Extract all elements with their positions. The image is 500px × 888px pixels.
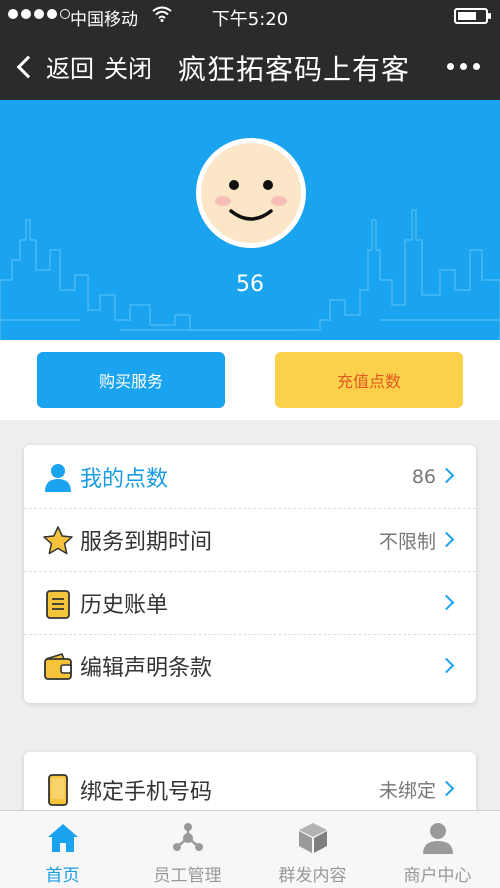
user-icon — [45, 464, 71, 492]
page-title: 疯狂拓客码上有客 — [178, 53, 411, 86]
menu-item-my-points[interactable]: 我的点数 86 — [24, 445, 476, 508]
chevron-right-icon — [438, 594, 455, 611]
person-icon — [422, 823, 453, 854]
notepad-icon — [46, 590, 70, 619]
back-button[interactable]: 返回 — [14, 49, 94, 84]
profile-header: 56 — [0, 100, 500, 340]
more-options-icon[interactable] — [447, 63, 480, 70]
action-buttons: 购买服务 充值点数 — [0, 340, 500, 420]
menu-item-service-expiry[interactable]: 服务到期时间 不限制 — [24, 508, 476, 571]
close-button[interactable]: 关闭 — [104, 49, 152, 84]
smiley-face-icon — [201, 143, 301, 243]
chevron-right-icon — [438, 657, 455, 674]
tab-staff-management[interactable]: 员工管理 — [125, 811, 250, 888]
menu-item-value: 未绑定 — [378, 780, 436, 802]
chevron-right-icon — [438, 467, 455, 484]
tab-home[interactable]: 首页 — [0, 811, 125, 888]
menu-item-value: 86 — [411, 465, 436, 488]
wallet-icon — [44, 653, 72, 680]
avatar[interactable] — [196, 138, 306, 248]
share-nodes-icon — [172, 823, 203, 851]
menu-item-label: 历史账单 — [80, 593, 169, 618]
home-icon — [47, 824, 78, 852]
menu-item-label: 绑定手机号码 — [80, 779, 213, 805]
menu-item-edit-terms[interactable]: 编辑声明条款 — [24, 634, 476, 697]
battery-icon — [454, 8, 491, 24]
buy-service-button[interactable]: 购买服务 — [37, 352, 225, 408]
tab-label: 商户中心 — [403, 866, 472, 886]
bottom-tab-bar: 首页 员工管理 群发内容 商户中心 — [0, 810, 500, 888]
account-menu-card: 我的点数 86 服务到期时间 不限制 历史账单 编辑声明条款 — [24, 445, 476, 703]
points-value: 56 — [236, 272, 264, 297]
chevron-left-icon — [16, 55, 40, 78]
menu-item-label: 我的点数 — [80, 466, 169, 492]
back-label: 返回 — [46, 55, 94, 83]
cube-icon — [298, 823, 327, 853]
phone-icon — [48, 774, 68, 806]
top-bar: 中国移动 下午5:20 返回 关闭 疯狂拓客码上有客 — [0, 0, 500, 100]
status-time: 下午5:20 — [211, 9, 289, 30]
status-bar: 中国移动 下午5:20 — [0, 0, 500, 32]
tab-broadcast-content[interactable]: 群发内容 — [250, 811, 375, 888]
menu-item-label: 服务到期时间 — [80, 530, 213, 555]
menu-item-value: 不限制 — [378, 530, 436, 553]
menu-item-label: 编辑声明条款 — [80, 656, 213, 681]
chevron-right-icon — [438, 780, 455, 797]
menu-item-bill-history[interactable]: 历史账单 — [24, 571, 476, 634]
tab-label: 员工管理 — [153, 866, 222, 886]
chevron-right-icon — [438, 531, 455, 548]
tab-label: 首页 — [45, 866, 80, 886]
recharge-points-button[interactable]: 充值点数 — [275, 352, 463, 408]
nav-bar: 返回 关闭 疯狂拓客码上有客 — [0, 32, 500, 100]
tab-label: 群发内容 — [278, 866, 347, 886]
star-icon — [43, 526, 73, 555]
tab-merchant-center[interactable]: 商户中心 — [375, 811, 500, 888]
